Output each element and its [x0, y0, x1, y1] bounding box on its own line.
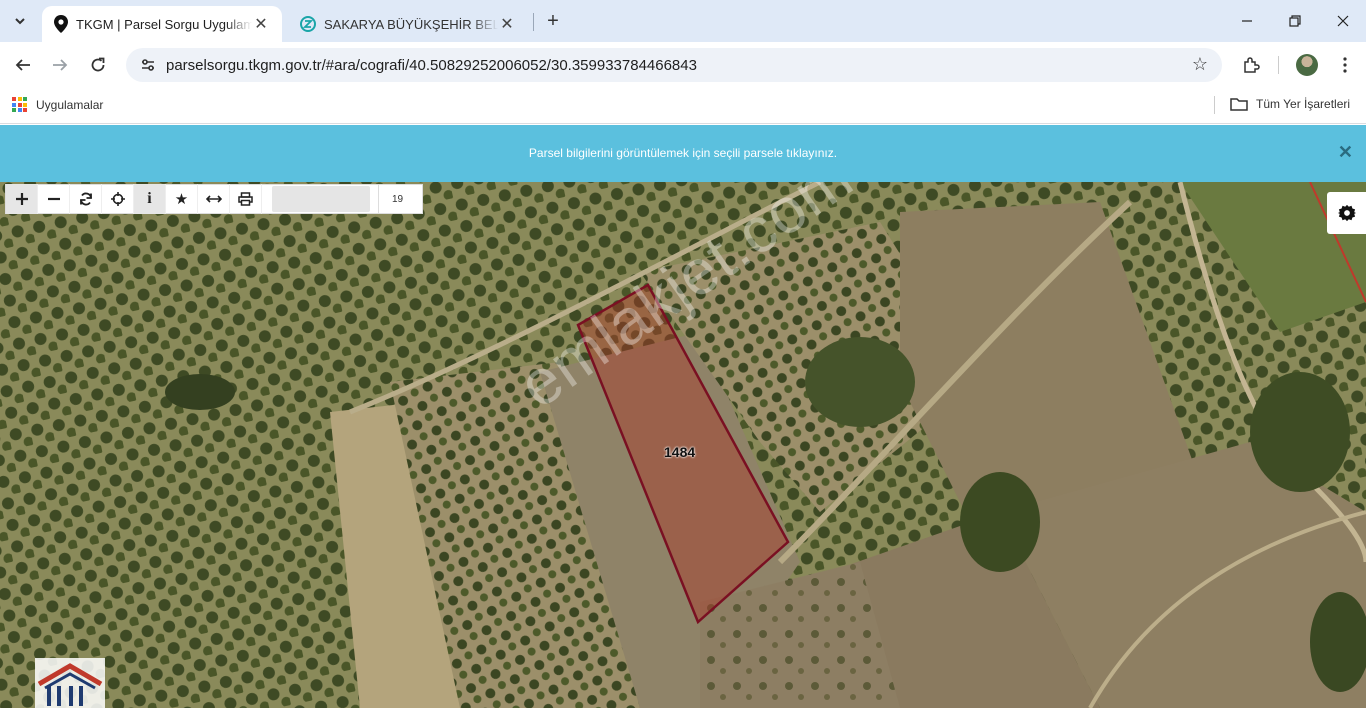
- print-button[interactable]: [230, 184, 262, 214]
- info-icon: i: [147, 190, 152, 207]
- profile-avatar[interactable]: [1296, 54, 1318, 76]
- apps-grid-icon: [12, 97, 27, 112]
- arrow-right-icon: [53, 59, 68, 71]
- puzzle-icon: [1244, 57, 1260, 73]
- zoom-level-display: 19: [378, 184, 416, 214]
- refresh-button[interactable]: [70, 184, 102, 214]
- tab-separator: [533, 13, 534, 31]
- map-toolbar: i ★ 19: [5, 184, 423, 214]
- tab-sakarya[interactable]: SAKARYA BÜYÜKŞEHİR BELEDİYESİ ✕: [288, 6, 528, 42]
- parcel-number-label[interactable]: 1484: [664, 444, 695, 460]
- tkgm-logo-icon: [37, 663, 103, 706]
- back-button[interactable]: [8, 50, 38, 80]
- plus-icon: [15, 193, 28, 205]
- reload-button[interactable]: [83, 50, 113, 80]
- info-banner: Parsel bilgilerini görüntülemek için seç…: [0, 125, 1366, 182]
- new-tab-button[interactable]: +: [540, 8, 566, 34]
- chevron-down-icon: [15, 18, 25, 25]
- crosshair-icon: [110, 192, 125, 206]
- tab-close-icon[interactable]: ✕: [252, 15, 270, 33]
- tab-title: SAKARYA BÜYÜKŞEHİR BELEDİYESİ: [324, 16, 498, 32]
- satellite-map[interactable]: emlakjet.com 1484 i ★ 19: [0, 182, 1366, 708]
- reload-icon: [91, 57, 105, 72]
- locate-button[interactable]: [102, 184, 134, 214]
- bookmarks-separator: [1214, 96, 1215, 114]
- tab-search-button[interactable]: [6, 7, 34, 35]
- refresh-icon: [79, 192, 92, 206]
- plus-icon: +: [547, 9, 559, 32]
- kebab-menu-icon: [1343, 57, 1347, 73]
- arrow-left-icon: [15, 59, 30, 71]
- favorites-button[interactable]: ★: [166, 184, 198, 214]
- map-search-input[interactable]: [272, 186, 370, 212]
- extensions-button[interactable]: [1238, 52, 1264, 78]
- minimize-button[interactable]: [1224, 0, 1270, 42]
- sbb-favicon-icon: [300, 16, 316, 32]
- arrows-horizontal-icon: [205, 195, 222, 203]
- browser-toolbar: parselsorgu.tkgm.gov.tr/#ara/cografi/40.…: [0, 42, 1366, 88]
- folder-icon: [1230, 98, 1248, 111]
- all-bookmarks-button[interactable]: Tüm Yer İşaretleri: [1230, 97, 1350, 111]
- settings-button[interactable]: [1327, 192, 1366, 234]
- star-icon: ★: [174, 191, 189, 208]
- browser-menu-button[interactable]: [1332, 52, 1358, 78]
- banner-message: Parsel bilgilerini görüntülemek için seç…: [528, 146, 838, 160]
- bookmark-apps[interactable]: Uygulamalar: [12, 97, 103, 112]
- minimize-icon: [1242, 20, 1252, 22]
- restore-icon: [1289, 15, 1301, 27]
- minus-icon: [47, 197, 60, 201]
- address-bar[interactable]: parselsorgu.tkgm.gov.tr/#ara/cografi/40.…: [126, 48, 1222, 82]
- tab-title: TKGM | Parsel Sorgu Uygulaması: [76, 16, 252, 32]
- gear-icon: [1337, 204, 1356, 222]
- toolbar-separator: [1278, 56, 1279, 74]
- map-pin-icon: [54, 15, 68, 33]
- close-icon: [1337, 15, 1349, 27]
- zoom-out-button[interactable]: [38, 184, 70, 214]
- tab-close-icon[interactable]: ✕: [498, 15, 516, 33]
- bookmark-star-icon[interactable]: ☆: [1192, 54, 1208, 75]
- zoom-in-button[interactable]: [6, 184, 38, 214]
- bookmarks-bar: Uygulamalar Tüm Yer İşaretleri: [0, 88, 1366, 124]
- bookmark-apps-label: Uygulamalar: [36, 97, 104, 112]
- forward-button[interactable]: [45, 50, 75, 80]
- close-window-button[interactable]: [1320, 0, 1366, 42]
- restore-button[interactable]: [1272, 0, 1318, 42]
- tkgm-logo: [35, 658, 105, 708]
- print-icon: [238, 192, 253, 206]
- tab-tkgm[interactable]: TKGM | Parsel Sorgu Uygulaması ✕: [42, 6, 282, 42]
- info-button[interactable]: i: [134, 184, 166, 214]
- all-bookmarks-label: Tüm Yer İşaretleri: [1256, 97, 1351, 111]
- browser-tab-strip: TKGM | Parsel Sorgu Uygulaması ✕ SAKARYA…: [0, 0, 1366, 42]
- url-text[interactable]: parselsorgu.tkgm.gov.tr/#ara/cografi/40.…: [166, 57, 697, 74]
- site-info-icon[interactable]: [134, 57, 162, 73]
- banner-close-icon[interactable]: ✕: [1338, 142, 1353, 163]
- measure-button[interactable]: [198, 184, 230, 214]
